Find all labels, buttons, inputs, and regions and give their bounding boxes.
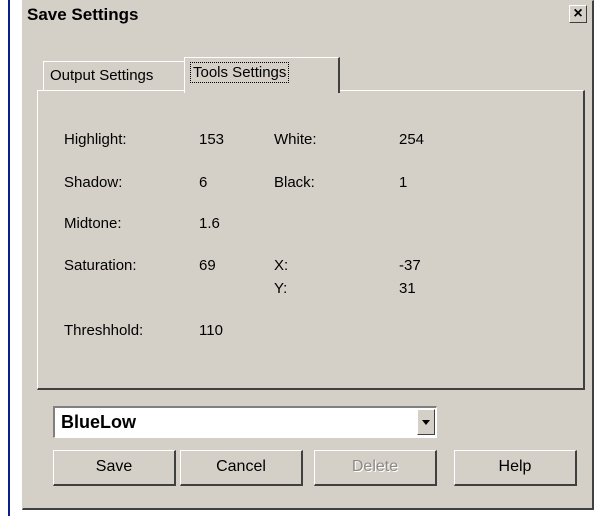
white-label: White:	[274, 131, 317, 148]
midtone-value: 1.6	[199, 215, 220, 232]
save-settings-dialog: Save Settings × Output Settings Tools Se…	[22, 0, 594, 510]
tab-output-settings[interactable]: Output Settings	[43, 61, 201, 91]
highlight-value: 153	[199, 131, 225, 148]
shadow-label: Shadow:	[64, 174, 123, 191]
highlight-label: Highlight:	[64, 131, 127, 148]
black-label: Black:	[274, 174, 315, 191]
tools-settings-panel: Highlight: 153 White: 254 Shadow: 6 Blac…	[37, 90, 585, 390]
x-label: X:	[274, 257, 289, 274]
save-button[interactable]: Save	[53, 450, 176, 486]
preset-select[interactable]: BlueLow	[53, 406, 437, 438]
tab-tools-settings[interactable]: Tools Settings	[184, 57, 340, 93]
saturation-value: 69	[199, 257, 216, 274]
close-icon: ×	[573, 5, 583, 22]
cancel-button[interactable]: Cancel	[180, 450, 303, 486]
dialog-title: Save Settings	[27, 5, 139, 24]
tab-output-settings-label: Output Settings	[50, 67, 154, 84]
white-value: 254	[399, 131, 425, 148]
threshold-label: Threshhold:	[64, 322, 144, 339]
midtone-label: Midtone:	[64, 215, 122, 232]
tab-tools-settings-label: Tools Settings	[189, 62, 290, 83]
black-value: 1	[399, 174, 408, 191]
window-left-edge	[8, 0, 10, 516]
delete-button: Delete	[314, 450, 437, 486]
saturation-label: Saturation:	[64, 257, 137, 274]
preset-select-value: BlueLow	[61, 412, 136, 432]
title-bar: Save Settings ×	[24, 2, 591, 28]
threshold-value: 110	[199, 322, 223, 339]
chevron-down-icon[interactable]	[417, 409, 435, 435]
y-label: Y:	[274, 280, 288, 297]
help-button[interactable]: Help	[454, 450, 577, 486]
y-value: 31	[399, 280, 416, 297]
shadow-value: 6	[199, 174, 208, 191]
close-button[interactable]: ×	[569, 5, 587, 23]
x-value: -37	[399, 257, 421, 274]
